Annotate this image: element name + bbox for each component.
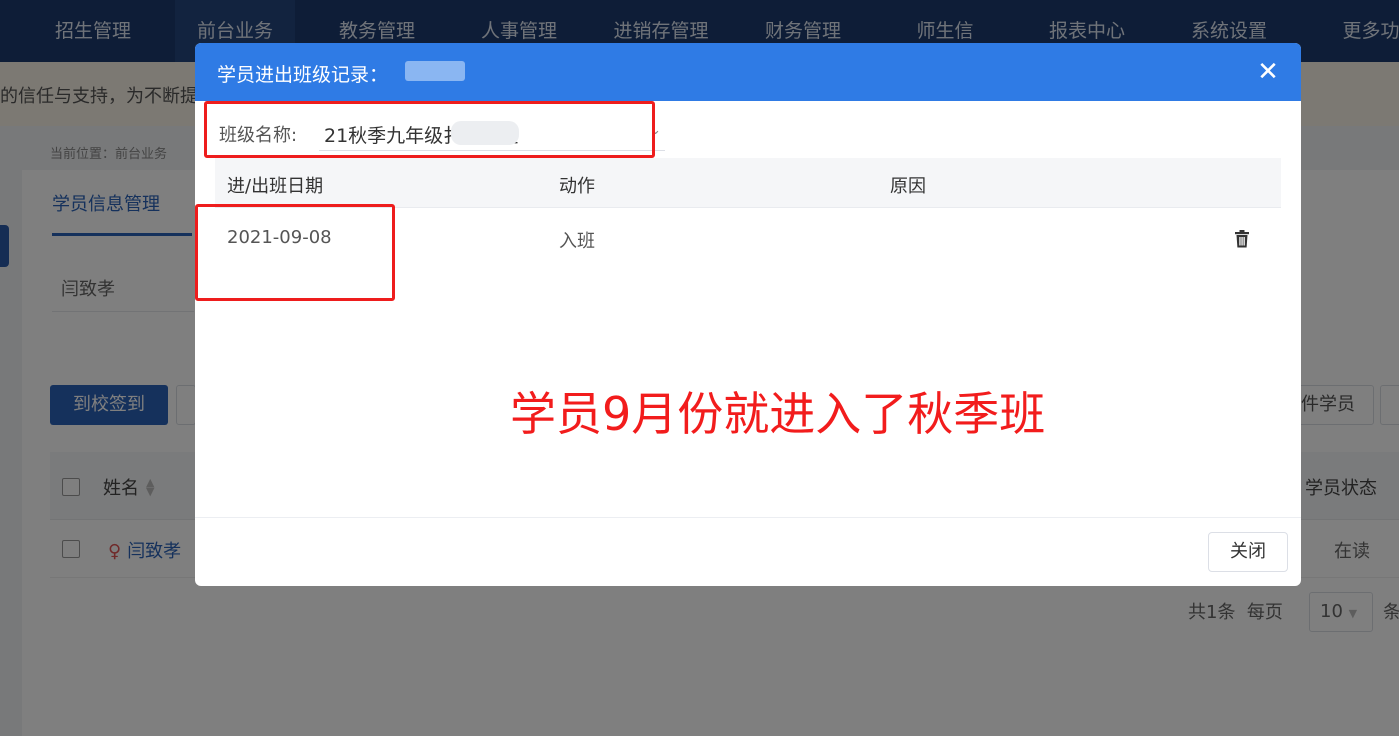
close-button[interactable]: 关闭 <box>1208 532 1288 572</box>
highlight-box-date <box>195 204 395 301</box>
annotation-text: 学员9月份就进入了秋季班 <box>510 387 1046 441</box>
dialog-header: 学员进出班级记录： ✕ <box>195 43 1301 101</box>
record-table-header: 进/出班日期 动作 原因 <box>215 158 1281 208</box>
column-header-action: 动作 <box>559 176 595 197</box>
record-action: 入班 <box>559 231 595 252</box>
highlight-box-class <box>204 101 655 158</box>
trash-icon[interactable] <box>1233 229 1251 249</box>
close-icon[interactable]: ✕ <box>1253 57 1283 87</box>
dialog-title: 学员进出班级记录： <box>217 64 389 86</box>
column-header-date: 进/出班日期 <box>227 176 324 197</box>
redacted-student-name <box>405 61 465 81</box>
column-header-reason: 原因 <box>890 176 926 197</box>
dialog-footer: 关闭 <box>195 517 1301 586</box>
